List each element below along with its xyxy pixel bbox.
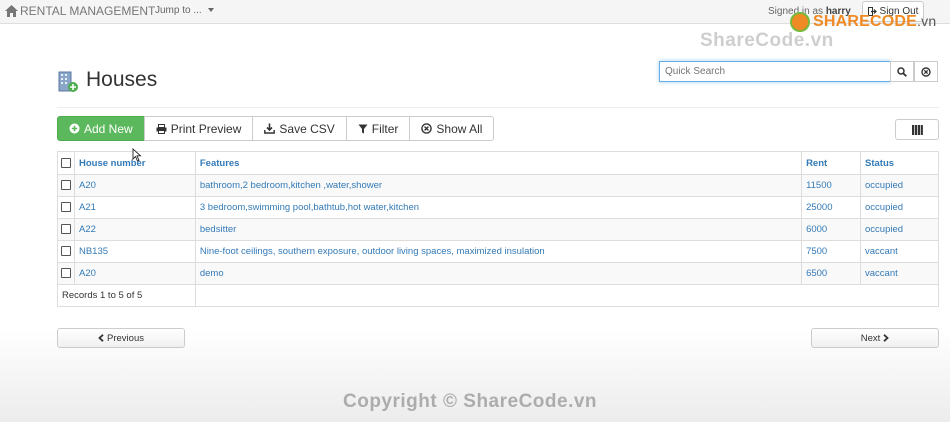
next-label: Next	[860, 332, 881, 344]
select-all-cell	[57, 151, 75, 175]
column-header-rent[interactable]: Rent	[801, 151, 862, 175]
select-all-checkbox[interactable]	[61, 157, 71, 168]
status-cell[interactable]: occupied	[860, 196, 939, 219]
house-number-cell[interactable]: A20	[73, 262, 196, 285]
page-title: Houses	[86, 68, 158, 91]
house-number-cell[interactable]: A20	[73, 174, 196, 197]
add-new-label: Add New	[84, 121, 133, 136]
features-cell[interactable]: Nine-foot ceilings, southern exposure, o…	[194, 240, 803, 263]
rent-cell[interactable]: 6500	[801, 262, 862, 285]
previous-button[interactable]: Previous	[57, 328, 185, 348]
clear-search-button[interactable]	[914, 61, 938, 82]
status-cell[interactable]: vaccant	[860, 240, 939, 263]
logo-suffix: .vn	[917, 13, 937, 29]
save-csv-button[interactable]: Save CSV	[252, 116, 347, 141]
search-icon	[897, 66, 907, 77]
columns-button[interactable]	[895, 119, 939, 140]
logo-main: SHARECODE	[813, 13, 918, 30]
features-cell[interactable]: demo	[194, 262, 803, 285]
search-button[interactable]	[890, 61, 914, 82]
features-cell[interactable]: bathroom,2 bedroom,kitchen ,water,shower	[194, 174, 803, 197]
watermark-top: ShareCode.vn	[700, 30, 834, 51]
row-checkbox[interactable]	[61, 180, 71, 191]
print-preview-button[interactable]: Print Preview	[143, 116, 254, 141]
rent-cell[interactable]: 11500	[801, 174, 862, 197]
table-row: A20 demo 6500 vaccant	[57, 262, 939, 285]
chevron-left-icon	[98, 334, 104, 342]
building-add-icon	[58, 71, 78, 92]
show-all-label: Show All	[436, 121, 483, 136]
row-select-cell	[57, 218, 75, 241]
row-checkbox[interactable]	[61, 202, 71, 213]
column-header-features[interactable]: Features	[194, 151, 803, 175]
table-header-row: House number Features Rent Status	[57, 151, 939, 175]
watermark-bottom: Copyright © ShareCode.vn	[343, 391, 598, 412]
chevron-right-icon	[883, 334, 890, 342]
houses-table: House number Features Rent Status A20 ba…	[57, 151, 940, 307]
status-cell[interactable]: occupied	[860, 218, 939, 241]
remove-circle-icon	[421, 123, 433, 134]
row-select-cell	[57, 262, 75, 285]
row-select-cell	[57, 240, 75, 263]
house-number-cell[interactable]: NB135	[73, 240, 196, 263]
rent-cell[interactable]: 6000	[801, 218, 862, 241]
logo-circle-icon	[790, 12, 810, 32]
columns-icon	[911, 124, 923, 135]
status-cell[interactable]: vaccant	[860, 262, 939, 285]
row-select-cell	[57, 196, 75, 219]
action-toolbar: Add New Print Preview Save CSV Filter Sh…	[57, 116, 495, 141]
row-select-cell	[57, 174, 75, 197]
rent-cell[interactable]: 7500	[801, 240, 862, 263]
records-count: Records 1 to 5 of 5	[57, 284, 196, 307]
row-checkbox[interactable]	[61, 268, 71, 279]
next-button[interactable]: Next	[811, 328, 939, 348]
table-row: NB135 Nine-foot ceilings, southern expos…	[57, 240, 939, 263]
save-csv-label: Save CSV	[279, 121, 335, 136]
table-row: A20 bathroom,2 bedroom,kitchen ,water,sh…	[57, 174, 939, 197]
clear-circle-icon	[921, 66, 931, 77]
mouse-cursor-icon	[132, 148, 142, 162]
print-preview-label: Print Preview	[170, 121, 242, 136]
row-checkbox[interactable]	[61, 224, 71, 235]
jump-to-dropdown[interactable]: Jump to ...	[155, 5, 214, 16]
jump-to-label: Jump to ...	[155, 5, 202, 16]
title-divider	[57, 107, 939, 108]
table-footer-row: Records 1 to 5 of 5	[57, 284, 940, 307]
house-number-cell[interactable]: A22	[73, 218, 196, 241]
add-new-button[interactable]: Add New	[57, 116, 145, 141]
brand-link[interactable]: RENTAL MANAGEMENT	[5, 4, 155, 18]
print-icon	[156, 123, 167, 134]
status-cell[interactable]: occupied	[860, 174, 939, 197]
filter-button[interactable]: Filter	[345, 116, 411, 141]
house-number-cell[interactable]: A21	[73, 196, 196, 219]
row-checkbox[interactable]	[61, 246, 71, 257]
rent-cell[interactable]: 25000	[801, 196, 862, 219]
column-header-status[interactable]: Status	[860, 151, 939, 175]
home-icon	[5, 5, 18, 17]
features-cell[interactable]: bedsitter	[194, 218, 803, 241]
download-icon	[264, 123, 276, 134]
previous-label: Previous	[107, 332, 144, 344]
caret-down-icon	[207, 8, 214, 13]
features-cell[interactable]: 3 bedroom,swimming pool,bathtub,hot wate…	[194, 196, 803, 219]
plus-circle-icon	[69, 123, 80, 134]
sharecode-logo: SHARECODE.vn	[790, 12, 936, 32]
quick-search-input[interactable]	[659, 61, 891, 82]
filter-label: Filter	[371, 121, 399, 136]
table-row: A22 bedsitter 6000 occupied	[57, 218, 939, 241]
show-all-button[interactable]: Show All	[409, 116, 495, 141]
table-row: A21 3 bedroom,swimming pool,bathtub,hot …	[57, 196, 939, 219]
filter-icon	[358, 124, 368, 133]
footer-empty-cell	[194, 284, 940, 307]
brand-label: RENTAL MANAGEMENT	[20, 4, 156, 18]
